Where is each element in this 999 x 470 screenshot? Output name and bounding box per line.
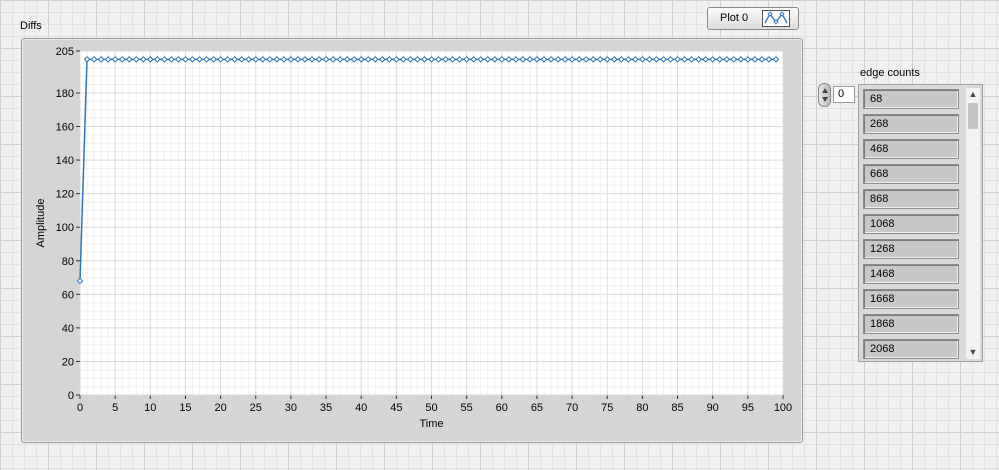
x-tick-label: 20: [214, 402, 226, 414]
y-tick-label: 120: [56, 189, 74, 201]
index-input[interactable]: 0: [833, 86, 855, 103]
y-tick-label: 0: [68, 390, 74, 402]
legend-label: Plot 0: [720, 12, 749, 24]
y-tick-label: 60: [62, 289, 74, 301]
x-tick-label: 70: [566, 402, 578, 414]
x-tick-label: 45: [390, 402, 402, 414]
array-label: edge counts: [860, 67, 920, 79]
array-element[interactable]: 468: [863, 139, 959, 159]
x-tick-label: 85: [671, 402, 683, 414]
array-element[interactable]: 668: [863, 164, 959, 184]
y-tick-label: 40: [62, 323, 74, 335]
x-tick-label: 65: [531, 402, 543, 414]
x-tick-label: 35: [320, 402, 332, 414]
y-tick-label: 80: [62, 256, 74, 268]
x-tick-label: 60: [496, 402, 508, 414]
scroll-up-icon[interactable]: ▲: [968, 89, 978, 99]
index-spinner[interactable]: [818, 83, 831, 107]
array-element[interactable]: 1468: [863, 264, 959, 284]
y-tick-label: 140: [56, 155, 74, 167]
array-element[interactable]: 1868: [863, 314, 959, 334]
scroll-down-icon[interactable]: ▼: [968, 347, 978, 357]
x-tick-label: 75: [601, 402, 613, 414]
x-tick-label: 40: [355, 402, 367, 414]
waveform-graph[interactable]: 0 5 10 15 20 25 30 35 40 45 50 55 60 65 70 75 80 85 90 95 10…: [21, 38, 803, 443]
plot-legend[interactable]: Plot 0: [707, 7, 799, 30]
array-index-control[interactable]: 0: [818, 83, 856, 107]
x-tick-label: 5: [112, 402, 118, 414]
edge-counts-array: 68 268 468 668 868 1068 1268 1468 1668 1868 2068 ▲…: [858, 84, 983, 362]
array-element[interactable]: 1068: [863, 214, 959, 234]
x-tick-label: 55: [461, 402, 473, 414]
x-tick-label: 15: [179, 402, 191, 414]
y-tick-label: 205: [56, 46, 74, 58]
y-tick-label: 160: [56, 122, 74, 134]
waveform-icon: [762, 10, 790, 27]
array-element[interactable]: 68: [863, 89, 959, 109]
array-scrollbar[interactable]: ▲ ▼: [966, 88, 980, 359]
decrement-arrow-icon[interactable]: [822, 97, 828, 102]
y-tick-label: 100: [56, 222, 74, 234]
array-element[interactable]: 868: [863, 189, 959, 209]
graph-title: Diffs: [20, 20, 42, 32]
y-tick-label: 20: [62, 356, 74, 368]
array-element[interactable]: 2068: [863, 339, 959, 359]
x-axis-title: Time: [419, 418, 443, 430]
array-element[interactable]: 268: [863, 114, 959, 134]
x-tick-label: 95: [742, 402, 754, 414]
x-tick-label: 100: [774, 402, 792, 414]
scroll-thumb[interactable]: [968, 103, 978, 129]
x-tick-label: 0: [77, 402, 83, 414]
increment-arrow-icon[interactable]: [822, 88, 828, 93]
x-tick-label: 30: [285, 402, 297, 414]
y-axis-title: Amplitude: [35, 199, 47, 248]
x-tick-label: 10: [144, 402, 156, 414]
array-element[interactable]: 1668: [863, 289, 959, 309]
plot-canvas[interactable]: 0 5 10 15 20 25 30 35 40 45 50 55 60 65 70 75 80 85 90 95 10…: [22, 39, 802, 442]
array-element[interactable]: 1268: [863, 239, 959, 259]
x-tick-label: 50: [425, 402, 437, 414]
x-tick-label: 90: [707, 402, 719, 414]
x-tick-label: 80: [636, 402, 648, 414]
x-tick-label: 25: [250, 402, 262, 414]
y-tick-label: 180: [56, 88, 74, 100]
